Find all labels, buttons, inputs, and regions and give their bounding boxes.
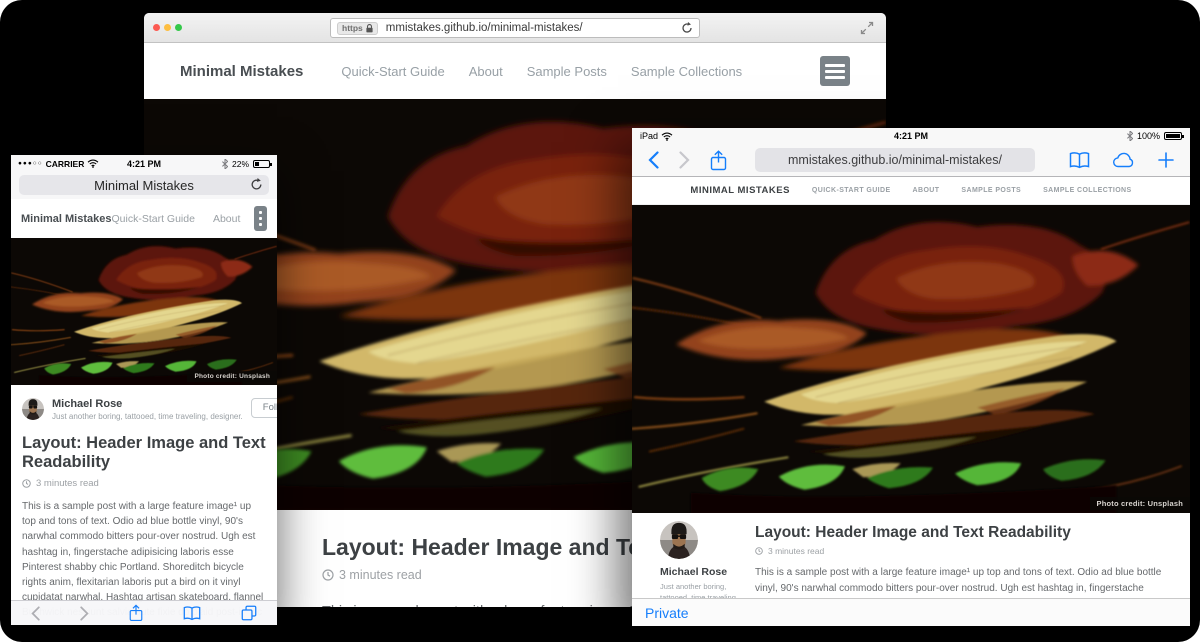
feature-image: Photo credit: Unsplash (11, 238, 277, 385)
nav-about[interactable]: About (213, 213, 240, 225)
clock-icon (22, 479, 31, 488)
iphone-status-bar: ●●●○○ CARRIER 4:21 PM 22% (11, 155, 277, 172)
toolbar-right (1069, 152, 1174, 169)
author-name: Michael Rose (660, 566, 752, 578)
site-brand[interactable]: Minimal Mistakes (21, 213, 111, 225)
author-name: Michael Rose (52, 398, 243, 410)
author-text: Michael Rose Just another boring, tattoo… (52, 398, 243, 421)
page-title: Minimal Mistakes (94, 178, 194, 193)
composite-stage: https mmistakes.github.io/minimal-mistak… (0, 0, 1200, 642)
post-meta: 3 minutes read (22, 478, 266, 489)
reload-icon[interactable] (250, 178, 263, 191)
zoom-window-button[interactable] (175, 24, 182, 31)
nav-sample-collections[interactable]: Sample Collections (631, 64, 742, 79)
follow-button[interactable]: Follow (251, 398, 277, 418)
status-time: 4:21 PM (11, 159, 277, 169)
tabs-icon[interactable] (241, 605, 257, 621)
share-icon[interactable] (129, 604, 143, 622)
private-label[interactable]: Private (645, 605, 689, 621)
iphone-post-content: Michael Rose Just another boring, tattoo… (11, 385, 277, 625)
menu-toggle-button[interactable] (254, 206, 267, 231)
address-bar[interactable]: https mmistakes.github.io/minimal-mistak… (330, 18, 700, 38)
new-tab-icon[interactable] (1158, 152, 1174, 168)
iphone-toolbar (11, 600, 277, 625)
ipad-toolbar: mmistakes.github.io/minimal-mistakes/ (632, 144, 1190, 177)
site-nav: Quick-Start Guide About Sample Posts Sam… (341, 64, 742, 79)
bookmarks-icon[interactable] (1069, 152, 1090, 169)
share-icon[interactable] (710, 150, 727, 171)
iphone-site-masthead: Minimal Mistakes Quick-Start Guide About (11, 199, 277, 238)
fullscreen-icon[interactable] (860, 21, 874, 35)
status-time: 4:21 PM (632, 131, 1190, 141)
read-time: 3 minutes read (768, 546, 824, 556)
icloud-icon[interactable] (1112, 152, 1136, 168)
minimize-window-button[interactable] (164, 24, 171, 31)
battery-icon (253, 160, 270, 168)
ipad-post-content: Michael Rose Just another boring, tattoo… (632, 513, 1190, 598)
read-time: 3 minutes read (339, 568, 422, 582)
clock-icon (755, 547, 763, 555)
ipad-site-masthead: Minimal Mistakes Quick-Start Guide About… (632, 177, 1190, 205)
ipad-address-bar[interactable]: mmistakes.github.io/minimal-mistakes/ (755, 148, 1035, 172)
post-title: Layout: Header Image and Text Readabilit… (22, 434, 266, 473)
nav-quick-start-guide[interactable]: Quick-Start Guide (111, 213, 194, 225)
author-bio: Just another boring, tattooed, time trav… (660, 582, 752, 598)
https-label: https (342, 24, 363, 33)
nav-sample-posts[interactable]: Sample Posts (961, 187, 1021, 194)
iphone-safari: ●●●○○ CARRIER 4:21 PM 22% Minimal Mistak… (11, 155, 277, 625)
back-icon[interactable] (31, 606, 40, 621)
window-controls (153, 24, 182, 31)
url-text: mmistakes.github.io/minimal-mistakes/ (788, 153, 1002, 167)
post-title: Layout: Header Image and Text Readabilit… (755, 524, 1175, 542)
nav-about[interactable]: About (913, 187, 940, 194)
clock-icon (322, 569, 334, 581)
nav-about[interactable]: About (469, 64, 503, 79)
iphone-urlbar: Minimal Mistakes (11, 172, 277, 199)
battery-icon (1164, 132, 1182, 140)
author-bio: Just another boring, tattooed, time trav… (52, 412, 243, 421)
photo-credit-badge: Photo credit: Unsplash (1090, 497, 1191, 510)
site-nav: Quick-Start Guide About (111, 213, 240, 225)
nav-quick-start-guide[interactable]: Quick-Start Guide (812, 187, 891, 194)
bookmarks-icon[interactable] (183, 606, 201, 621)
author-row: Michael Rose Just another boring, tattoo… (22, 398, 266, 421)
reload-icon[interactable] (681, 22, 693, 34)
site-brand[interactable]: Minimal Mistakes (180, 63, 303, 80)
photo-credit-badge: Photo credit: Unsplash (187, 371, 277, 382)
site-brand[interactable]: Minimal Mistakes (690, 185, 789, 196)
nav-quick-start-guide[interactable]: Quick-Start Guide (341, 64, 444, 79)
feature-image: Photo credit: Unsplash (632, 205, 1190, 513)
lock-icon (366, 24, 373, 33)
author-avatar (660, 521, 698, 559)
nav-sample-collections[interactable]: Sample Collections (1043, 187, 1131, 194)
iphone-address-bar[interactable]: Minimal Mistakes (19, 175, 269, 195)
nav-sample-posts[interactable]: Sample Posts (527, 64, 607, 79)
private-browsing-bar: Private (632, 598, 1190, 626)
author-sidebar: Michael Rose Just another boring, tattoo… (660, 521, 752, 598)
browser-titlebar: https mmistakes.github.io/minimal-mistak… (144, 13, 886, 43)
close-window-button[interactable] (153, 24, 160, 31)
post-paragraph: This is a sample post with a large featu… (755, 565, 1175, 598)
leaves-photo (632, 205, 1190, 513)
https-badge: https (337, 22, 378, 35)
ipad-safari: iPad 4:21 PM 100% mmistakes.github.io/mi… (632, 128, 1190, 626)
post-article: Layout: Header Image and Text Readabilit… (755, 524, 1175, 598)
url-text: mmistakes.github.io/minimal-mistakes/ (386, 22, 583, 34)
post-meta: 3 minutes read (755, 546, 1175, 556)
back-icon[interactable] (648, 151, 659, 169)
forward-icon[interactable] (679, 151, 690, 169)
author-avatar (22, 398, 44, 420)
site-masthead: Minimal Mistakes Quick-Start Guide About… (144, 43, 886, 99)
read-time: 3 minutes read (36, 478, 99, 489)
leaves-photo (11, 238, 277, 385)
forward-icon[interactable] (80, 606, 89, 621)
menu-toggle-button[interactable] (820, 56, 850, 86)
ipad-status-bar: iPad 4:21 PM 100% (632, 128, 1190, 144)
